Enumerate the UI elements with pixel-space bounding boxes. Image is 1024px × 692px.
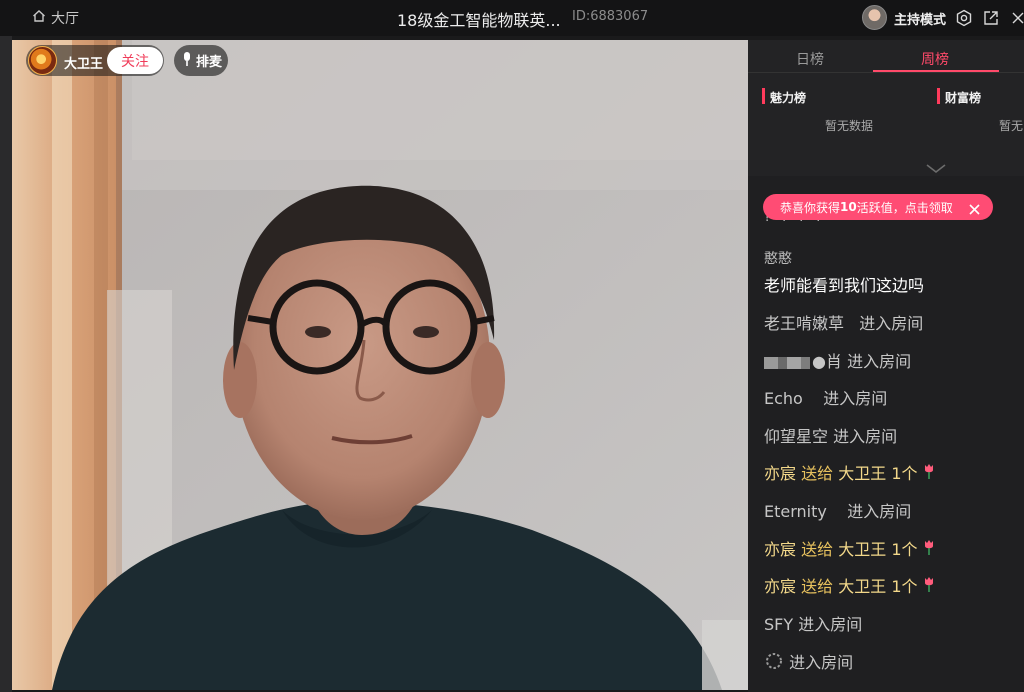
tab-daily[interactable]: 日榜 xyxy=(796,49,824,69)
chat-message-user: 憨憨 xyxy=(764,251,792,267)
entry-action: 进入房间 xyxy=(847,352,912,371)
entry-user-name[interactable]: SFY xyxy=(764,615,793,634)
active-tab-indicator xyxy=(873,70,999,72)
entry-action: 进入房间 xyxy=(823,389,888,408)
follow-button[interactable]: 关注 xyxy=(107,47,163,74)
tab-weekly[interactable]: 周榜 xyxy=(921,49,949,69)
rose-gift-icon xyxy=(923,540,935,559)
blurred-name-image xyxy=(764,356,810,369)
chat-gift-row: 亦宸 送给 大卫王 1个 xyxy=(764,573,935,597)
chat-message-text: 老师能看到我们这边吗 xyxy=(764,276,925,295)
entry-action: 进入房间 xyxy=(859,314,924,333)
settings-gear-icon[interactable] xyxy=(954,8,974,28)
microphone-icon xyxy=(182,51,192,71)
category-marker xyxy=(937,88,940,104)
mic-queue-button[interactable]: 排麦 xyxy=(174,45,228,76)
entry-action: 进入房间 xyxy=(847,502,912,521)
charm-rank-label[interactable]: 魅力榜 xyxy=(770,89,806,106)
anchor-avatar[interactable] xyxy=(28,46,57,75)
gift-verb: 送给 xyxy=(801,464,834,483)
top-bar: 大厅 18级金工智能物联英... ID:6883067 主持模式 xyxy=(0,0,1024,36)
gift-verb: 送给 xyxy=(801,540,834,559)
chat-entry-row: 仰望星空 进入房间 xyxy=(764,423,897,447)
entry-user-name[interactable]: ●肖 xyxy=(812,352,842,371)
wealth-rank-empty: 暂无 xyxy=(999,119,1024,133)
mic-queue-label: 排麦 xyxy=(196,55,223,70)
left-edge xyxy=(0,36,12,692)
video-frame xyxy=(12,40,748,690)
gift-target-name[interactable]: 大卫王 xyxy=(838,577,886,596)
chat-entry-row: ●肖 进入房间 xyxy=(764,348,911,372)
hall-label: 大厅 xyxy=(51,11,79,27)
activity-reward-toast[interactable]: 恭喜你获得 10 活跃值，点击领取 xyxy=(763,194,993,220)
close-icon[interactable] xyxy=(1008,8,1024,28)
gift-count: 1个 xyxy=(891,540,918,559)
host-mode-button[interactable]: 主持模式 xyxy=(894,9,946,28)
rank-panel xyxy=(748,40,1024,176)
gift-sender-name[interactable]: 亦宸 xyxy=(764,540,796,559)
gift-count: 1个 xyxy=(891,464,918,483)
toast-prefix: 恭喜你获得 xyxy=(780,200,841,215)
hall-button[interactable]: 大厅 xyxy=(32,8,79,28)
gift-sender-name[interactable]: 亦宸 xyxy=(764,577,796,596)
host-avatar[interactable] xyxy=(862,5,887,30)
room-title: 18级金工智能物联英... xyxy=(397,11,561,30)
entry-user-name[interactable]: Eternity xyxy=(764,502,827,521)
entry-user-name[interactable]: 仰望星空 xyxy=(764,427,828,446)
anchor-name: 大卫王 xyxy=(64,57,104,72)
spinner-avatar-icon xyxy=(764,653,784,672)
category-marker xyxy=(762,88,765,104)
charm-rank-empty: 暂无数据 xyxy=(825,119,874,133)
wealth-rank-label[interactable]: 财富榜 xyxy=(945,89,981,106)
gift-sender-name[interactable]: 亦宸 xyxy=(764,464,796,483)
gift-count: 1个 xyxy=(891,577,918,596)
rose-gift-icon xyxy=(923,577,935,596)
chat-gift-row: 亦宸 送给 大卫王 1个 xyxy=(764,460,935,484)
toast-amount: 10 xyxy=(840,200,857,214)
gift-verb: 送给 xyxy=(801,577,834,596)
entry-user-name[interactable]: Echo xyxy=(764,389,803,408)
toast-suffix: 活跃值，点击领取 xyxy=(856,200,953,215)
chat-entry-row: 进入房间 xyxy=(764,649,853,673)
entry-action: 进入房间 xyxy=(789,653,854,672)
chat-gift-row: 亦宸 送给 大卫王 1个 xyxy=(764,536,935,560)
entry-user-name[interactable]: 老王啃嫩草 xyxy=(764,314,844,333)
entry-action: 进入房间 xyxy=(833,427,898,446)
home-icon xyxy=(32,9,46,27)
video-stream[interactable] xyxy=(12,40,748,690)
chat-entry-row: Eternity 进入房间 xyxy=(764,498,911,522)
chat-entry-row: SFY 进入房间 xyxy=(764,611,862,635)
entry-action: 进入房间 xyxy=(798,615,863,634)
toast-close-icon[interactable] xyxy=(968,201,981,215)
popout-icon[interactable] xyxy=(981,8,1001,28)
room-id: ID:6883067 xyxy=(572,9,649,24)
chat-entry-row: Echo 进入房间 xyxy=(764,385,887,409)
gift-target-name[interactable]: 大卫王 xyxy=(838,540,886,559)
chat-entry-row: 老王啃嫩草 进入房间 xyxy=(764,310,923,334)
tabs-divider xyxy=(748,72,1024,73)
gift-target-name[interactable]: 大卫王 xyxy=(838,464,886,483)
rose-gift-icon xyxy=(923,464,935,483)
